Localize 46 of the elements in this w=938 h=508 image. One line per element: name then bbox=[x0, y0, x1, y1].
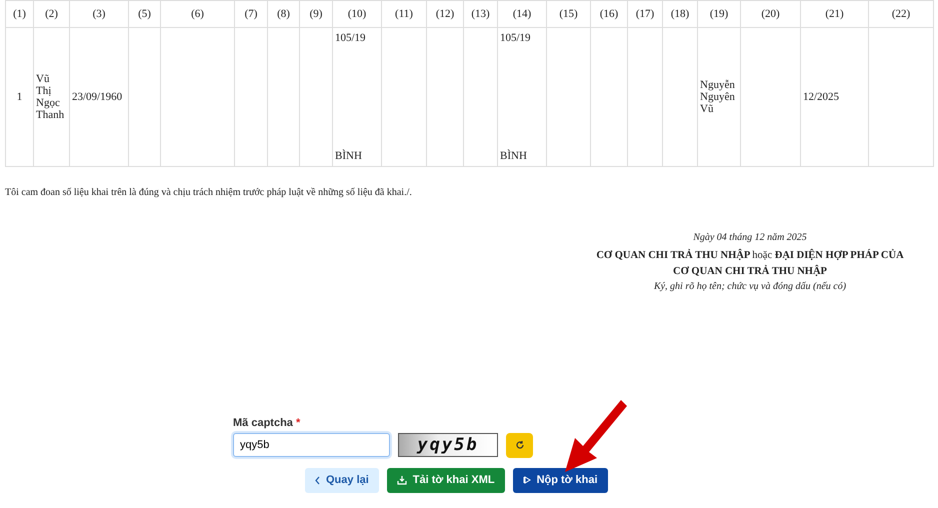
signature-title: CƠ QUAN CHI TRẢ THU NHẬP hoặc ĐẠI DIỆN HỢP PHÁP CỦA CƠ QUAN CHI TRẢ THU NHẬP bbox=[595, 248, 905, 279]
send-icon bbox=[522, 476, 531, 484]
column-header: (18) bbox=[662, 0, 698, 28]
column-header: (17) bbox=[628, 0, 662, 28]
column-header: (6) bbox=[160, 0, 234, 28]
column-header: (2) bbox=[34, 0, 70, 28]
download-button[interactable]: Tải tờ khai XML bbox=[386, 468, 505, 492]
column-header: (9) bbox=[300, 0, 332, 28]
column-header: (20) bbox=[740, 0, 800, 28]
column-header: (8) bbox=[268, 0, 300, 28]
column-header: (3) bbox=[70, 0, 128, 28]
download-icon bbox=[396, 475, 407, 485]
refresh-button[interactable] bbox=[506, 432, 533, 458]
captcha-image: yqy5b bbox=[398, 433, 498, 457]
table-cell: Vũ Thị Ngọc Thanh bbox=[34, 28, 70, 166]
column-header: (1) bbox=[6, 0, 34, 28]
cell-text: 105/19 bbox=[500, 32, 532, 44]
column-header: (21) bbox=[800, 0, 868, 28]
cell-text: BÌNH bbox=[500, 150, 528, 162]
column-header: (19) bbox=[698, 0, 740, 28]
required-mark: * bbox=[296, 416, 300, 428]
refresh-icon bbox=[514, 440, 524, 450]
signature-note: Ký, ghi rõ họ tên; chức vụ và đóng dấu (nếu có) bbox=[654, 280, 846, 292]
signature-date: Ngày 04 tháng 12 năm 2025 bbox=[693, 232, 807, 243]
table-cell: 12/2025 bbox=[800, 28, 868, 166]
column-header: (15) bbox=[546, 0, 590, 28]
column-header: (12) bbox=[426, 0, 464, 28]
column-header: (7) bbox=[234, 0, 268, 28]
cell-text: 105/19 bbox=[335, 32, 367, 44]
column-header: (11) bbox=[382, 0, 426, 28]
cell-text: BÌNH bbox=[335, 150, 363, 162]
column-header: (16) bbox=[590, 0, 628, 28]
column-header: (10) bbox=[332, 0, 382, 28]
captcha-label: Mã captcha bbox=[233, 416, 293, 428]
table-cell: Nguyễn Nguyên Vũ bbox=[698, 28, 740, 166]
chevron-left-icon bbox=[315, 476, 320, 484]
back-button[interactable]: Quay lại bbox=[305, 468, 379, 492]
table-cell: 23/09/1960 bbox=[70, 28, 128, 166]
column-header: (22) bbox=[868, 0, 934, 28]
column-header: (14) bbox=[498, 0, 546, 28]
table-cell: 1 bbox=[6, 28, 34, 166]
column-header: (13) bbox=[464, 0, 498, 28]
declaration-text: Tôi cam đoan số liệu khai trên là đúng và chịu trách nhiệm trước pháp luật về những số liệu đã khai./. bbox=[5, 187, 413, 198]
captcha-input[interactable]: yqy5b bbox=[233, 433, 390, 457]
column-header: (5) bbox=[128, 0, 160, 28]
submit-button[interactable]: Nộp tờ khai bbox=[512, 468, 608, 492]
